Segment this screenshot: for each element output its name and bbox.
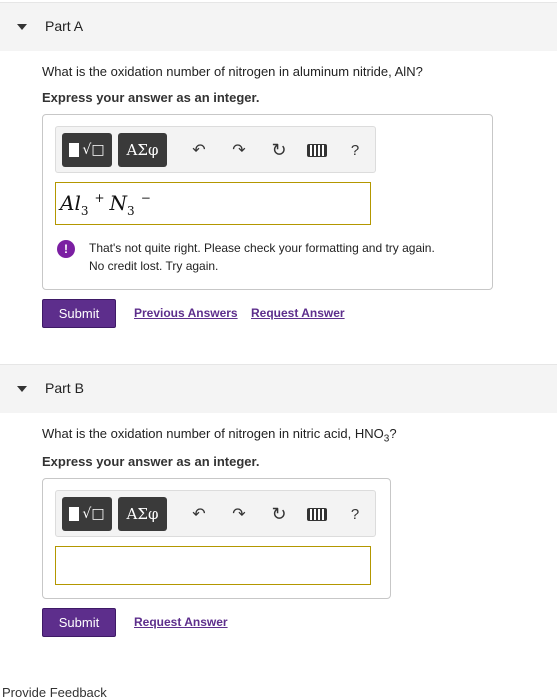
part-a-math-toolbar: √□ ΑΣφ ↶ ↷ ↻ ? xyxy=(55,126,376,173)
templates-button[interactable]: √□ xyxy=(62,497,112,531)
greek-symbols-button[interactable]: ΑΣφ xyxy=(118,497,167,531)
part-a-submit-button[interactable]: Submit xyxy=(42,299,116,328)
part-a-request-answer-link[interactable]: Request Answer xyxy=(251,306,345,320)
template-block-icon xyxy=(69,143,80,157)
part-a-answer-input[interactable]: Al3+ N3− xyxy=(55,182,371,225)
part-a-answer-box: √□ ΑΣφ ↶ ↷ ↻ ? Al3+ N3− ! That's not quit… xyxy=(42,114,493,290)
chevron-down-icon[interactable] xyxy=(17,386,27,392)
part-b-title: Part B xyxy=(45,380,84,396)
help-icon[interactable]: ? xyxy=(345,505,365,523)
part-b-header[interactable]: Part B xyxy=(0,364,557,413)
part-a-header[interactable]: Part A xyxy=(0,2,557,51)
greek-symbols-button[interactable]: ΑΣφ xyxy=(118,133,167,167)
part-b-answer-input[interactable] xyxy=(55,546,371,585)
part-b-submit-button[interactable]: Submit xyxy=(42,608,116,637)
redo-icon[interactable]: ↷ xyxy=(229,505,249,523)
part-a-answer-expression: Al3+ N3− xyxy=(60,191,151,218)
help-icon[interactable]: ? xyxy=(345,141,365,159)
part-b-answer-box: √□ ΑΣφ ↶ ↷ ↻ ? xyxy=(42,478,391,599)
part-b-question: What is the oxidation number of nitrogen… xyxy=(42,426,397,445)
template-block-icon xyxy=(69,507,80,521)
undo-icon[interactable]: ↶ xyxy=(189,505,209,523)
undo-icon[interactable]: ↶ xyxy=(189,141,209,159)
reset-icon[interactable]: ↻ xyxy=(269,504,289,524)
feedback-message: That's not quite right. Please check you… xyxy=(89,241,435,273)
template-radical-icon: √□ xyxy=(82,506,105,522)
templates-button[interactable]: √□ xyxy=(62,133,112,167)
previous-answers-link[interactable]: Previous Answers xyxy=(134,306,238,320)
part-b-request-answer-link[interactable]: Request Answer xyxy=(134,615,228,629)
keyboard-icon[interactable] xyxy=(307,505,327,523)
chevron-down-icon[interactable] xyxy=(17,24,27,30)
part-a-question: What is the oxidation number of nitrogen… xyxy=(42,64,423,79)
keyboard-icon[interactable] xyxy=(307,141,327,159)
template-radical-icon: √□ xyxy=(82,142,105,158)
part-a-title: Part A xyxy=(45,18,84,34)
reset-icon[interactable]: ↻ xyxy=(269,140,289,160)
warning-icon: ! xyxy=(57,240,75,258)
redo-icon[interactable]: ↷ xyxy=(229,141,249,159)
part-a-instruction: Express your answer as an integer. xyxy=(42,90,260,105)
part-b-instruction: Express your answer as an integer. xyxy=(42,454,260,469)
part-b-math-toolbar: √□ ΑΣφ ↶ ↷ ↻ ? xyxy=(55,490,376,537)
